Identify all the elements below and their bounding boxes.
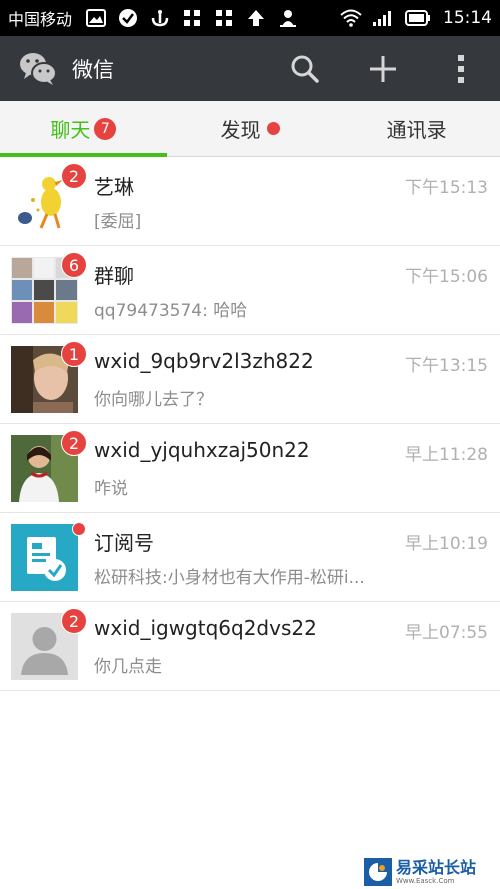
chat-row[interactable]: 2 wxid_yjquhxzaj50n22 咋说 早上11:28 (0, 424, 500, 513)
chat-preview: 松研科技:小身材也有大作用-松研i... (94, 568, 365, 588)
unread-badge: 2 (61, 163, 87, 189)
tab-chats[interactable]: 聊天 7 (0, 101, 167, 157)
chat-row-subscriptions[interactable]: 订阅号 松研科技:小身材也有大作用-松研i... 早上10:19 (0, 513, 500, 602)
chat-time: 早上10:19 (405, 534, 488, 554)
subscriptions-icon (11, 524, 78, 591)
chat-list: 2 艺琳 [委屈] 下午15:13 6 群聊 qq79473574: 哈哈 下午… (0, 157, 500, 691)
chat-time: 早上11:28 (405, 445, 488, 465)
chat-row[interactable]: 1 wxid_9qb9rv2l3zh822 你向哪儿去了？ 下午13:15 (0, 335, 500, 424)
app-bar: 微信 (0, 36, 500, 101)
tab-contacts[interactable]: 通讯录 (333, 101, 500, 156)
unread-badge: 2 (61, 608, 87, 634)
search-icon (291, 55, 319, 83)
chat-row[interactable]: 2 wxid_igwgtq6q2dvs22 你几点走 早上07:55 (0, 602, 500, 691)
wechat-logo-icon (18, 49, 58, 89)
check-circle-icon (117, 7, 139, 29)
anchor-icon (149, 7, 171, 29)
search-button[interactable] (266, 36, 344, 101)
grid-icon (181, 7, 203, 29)
chat-row[interactable]: 2 艺琳 [委屈] 下午15:13 (0, 157, 500, 246)
chat-preview: qq79473574: 哈哈 (94, 301, 248, 321)
tab-discover[interactable]: 发现 (167, 101, 334, 156)
chat-time: 下午15:06 (405, 267, 488, 287)
tab-label: 发现 (220, 118, 261, 142)
more-menu-button[interactable] (422, 36, 500, 101)
unread-badge: 1 (61, 341, 87, 367)
plus-icon (370, 55, 396, 82)
chat-preview: 你几点走 (94, 657, 162, 677)
carrier-label: 中国移动 (8, 10, 73, 29)
wifi-icon (340, 7, 362, 29)
chat-name: wxid_igwgtq6q2dvs22 (94, 616, 317, 640)
more-vertical-icon (458, 54, 464, 83)
unread-badge: 2 (61, 430, 87, 456)
status-bar: 中国移动 15:14 (0, 0, 500, 36)
tab-bar: 聊天 7 发现 通讯录 (0, 101, 500, 157)
add-button[interactable] (344, 36, 422, 101)
chat-time: 下午13:15 (405, 356, 488, 376)
clock: 15:14 (443, 8, 492, 28)
tab-label: 通讯录 (386, 118, 447, 142)
chat-preview: [委屈] (94, 212, 142, 232)
watermark: 易采站长站 Www.Easck.Com (360, 855, 500, 889)
tab-label: 聊天 (50, 118, 91, 142)
chat-row[interactable]: 6 群聊 qq79473574: 哈哈 下午15:06 (0, 246, 500, 335)
unread-badge: 6 (61, 252, 87, 278)
chat-preview: 咋说 (94, 479, 128, 499)
chat-name: wxid_9qb9rv2l3zh822 (94, 349, 314, 373)
grid-icon-2 (213, 7, 235, 29)
site-logo-icon (364, 858, 392, 886)
signal-icon (372, 7, 394, 29)
chat-name: wxid_yjquhxzaj50n22 (94, 438, 310, 462)
upload-arrow-icon (245, 7, 267, 29)
chat-name: 群聊 (94, 264, 134, 288)
watermark-url: Www.Easck.Com (396, 876, 455, 885)
chat-name: 订阅号 (94, 531, 154, 555)
image-icon (85, 7, 107, 29)
unread-badge: 7 (94, 117, 117, 140)
chat-preview: 你向哪儿去了？ (94, 390, 213, 410)
chat-time: 早上07:55 (405, 623, 488, 643)
chat-time: 下午15:13 (405, 178, 488, 198)
battery-icon (404, 7, 432, 29)
new-dot (266, 122, 280, 135)
watermark-text: 易采站长站 (396, 857, 477, 877)
chat-name: 艺琳 (94, 175, 134, 199)
location-person-icon (277, 7, 299, 29)
new-dot (72, 522, 86, 536)
app-title: 微信 (72, 57, 114, 82)
